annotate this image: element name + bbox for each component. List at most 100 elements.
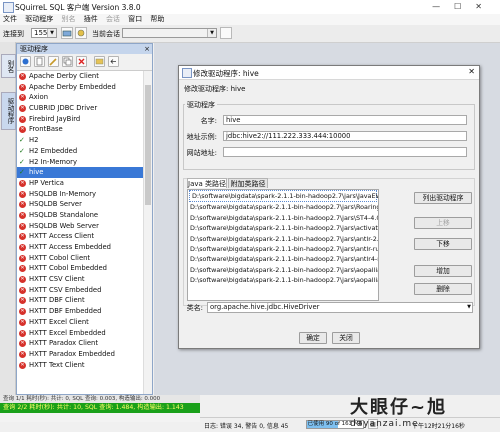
driver-list-item[interactable]: ✕ HXTT CSV Embedded (17, 285, 144, 296)
driver-list-item[interactable]: ✕ HSQLDB Standalone (17, 210, 144, 221)
driver-list-item[interactable]: ✕ HP Vertica (17, 178, 144, 189)
driver-list-item[interactable]: ✕ HSQLDB In-Memory (17, 189, 144, 200)
driver-error-icon: ✕ (19, 105, 26, 113)
menu-file[interactable]: 文件 (3, 14, 17, 25)
edit-driver-button[interactable] (48, 56, 59, 67)
driver-panel-title: 驱动程序 (17, 44, 152, 54)
list-drivers-button[interactable]: 列出驱动程序 (414, 192, 472, 204)
close-dialog-button[interactable]: 关闭 (332, 332, 360, 344)
driver-list-item[interactable]: ✕ HXTT DBF Client (17, 295, 144, 306)
connect-alias-select[interactable]: 155 ▼ (31, 28, 57, 38)
create-alias-button[interactable] (20, 56, 31, 67)
jar-list-item[interactable]: D:\software\bigdata\spark-2.1.1-bin-hado… (188, 275, 378, 285)
jar-list-item[interactable]: D:\software\bigdata\spark-2.1.1-bin-hado… (188, 213, 378, 223)
connect-alias-value: 155 (34, 29, 48, 37)
driver-name: HXTT Cobol Embedded (29, 264, 107, 273)
jar-list-item[interactable]: D:\software\bigdata\spark-2.1.1-bin-hado… (188, 223, 378, 233)
new-driver-button[interactable] (34, 56, 45, 67)
driver-list-item[interactable]: ✕ HXTT Paradox Embedded (17, 349, 144, 360)
delete-jar-button[interactable]: 删除 (414, 283, 472, 295)
driver-list-item[interactable]: ✕ HXTT Cobol Client (17, 253, 144, 264)
check-icon: ✓ (19, 146, 25, 155)
delete-driver-button[interactable] (76, 56, 87, 67)
name-field[interactable]: hive (223, 115, 467, 125)
menu-drivers[interactable]: 驱动程序 (25, 14, 53, 25)
driver-name: HXTT Access Client (29, 232, 95, 241)
menu-plugins[interactable]: 插件 (84, 14, 98, 25)
driver-list: ✕ Apache Derby Client ✕ Apache Derby Embedd… (17, 71, 144, 394)
class-name-label: 类名: (186, 304, 203, 312)
driver-name: hive (29, 168, 44, 177)
driver-name: H2 Embedded (29, 146, 78, 155)
driver-list-item[interactable]: ✕ HXTT Access Client (17, 231, 144, 242)
minimize-button[interactable]: — (432, 2, 454, 11)
driver-list-scrollbar[interactable] (143, 71, 152, 394)
driver-error-icon: ✕ (19, 308, 26, 316)
driver-list-item[interactable]: ✕ HXTT Text Client (17, 360, 144, 371)
driver-list-item[interactable]: ✕ HXTT Access Embedded (17, 242, 144, 253)
install-driver-button[interactable] (94, 56, 105, 67)
menu-help[interactable]: 帮助 (150, 14, 164, 25)
driver-panel-close-button[interactable]: × (144, 44, 150, 54)
squirrel-app-icon (3, 2, 14, 13)
driver-name: HSQLDB Server (29, 200, 82, 209)
jar-list-item[interactable]: D:\software\bigdata\spark-2.1.1-bin-hado… (189, 190, 378, 203)
driver-name: FrontBase (29, 125, 63, 134)
jar-list-item[interactable]: D:\software\bigdata\spark-2.1.1-bin-hado… (188, 202, 378, 212)
driver-list-item[interactable]: ✕ HXTT DBF Embedded (17, 306, 144, 317)
tab-drivers[interactable]: 驱动程序 (1, 92, 16, 130)
tab-extra-classpath[interactable]: 附加类路径 (228, 178, 268, 188)
class-name-select[interactable]: org.apache.hive.jdbc.HiveDriver ▼ (207, 302, 473, 313)
current-session-select[interactable]: ▼ (122, 28, 217, 38)
jar-list-item[interactable]: D:\software\bigdata\spark-2.1.1-bin-hado… (188, 244, 378, 254)
dialog-close-icon[interactable]: ✕ (468, 67, 475, 76)
driver-list-item[interactable]: ✓ H2 In-Memory (17, 157, 144, 168)
driver-error-icon: ✕ (19, 318, 26, 326)
driver-list-item[interactable]: ✕ Apache Derby Client (17, 71, 144, 82)
driver-list-item[interactable]: ✕ Apache Derby Embedded (17, 82, 144, 93)
session-menu-button[interactable] (220, 27, 232, 39)
menu-window[interactable]: 窗口 (128, 14, 142, 25)
maximize-button[interactable]: ☐ (454, 2, 475, 11)
chevron-down-icon: ▼ (467, 304, 471, 310)
move-down-button[interactable]: 下移 (414, 238, 472, 250)
driver-error-icon: ✕ (19, 329, 26, 337)
close-button[interactable]: ✕ (475, 2, 496, 11)
jar-list-item[interactable]: D:\software\bigdata\spark-2.1.1-bin-hado… (188, 234, 378, 244)
driver-list-item[interactable]: ✓ H2 Embedded (17, 146, 144, 157)
open-session-button[interactable] (61, 27, 73, 39)
driver-list-item[interactable]: ✕ HXTT CSV Client (17, 274, 144, 285)
log-counts[interactable]: 日志: 错误 34, 警告 0, 信息 45 (204, 421, 288, 430)
dialog-title-bar: 修改驱动程序: hive ✕ (179, 66, 479, 80)
new-session-button[interactable] (75, 27, 87, 39)
driver-error-icon: ✕ (19, 244, 26, 251)
jar-list[interactable]: D:\software\bigdata\spark-2.1.1-bin-hado… (187, 189, 379, 301)
driver-list-item[interactable]: ✕ Firebird JayBird (17, 114, 144, 125)
jar-list-item[interactable]: D:\software\bigdata\spark-2.1.1-bin-hado… (188, 265, 378, 275)
driver-list-item[interactable]: ✕ CUBRID JDBC Driver (17, 103, 144, 114)
dialog-subtitle: 修改驱动程序: hive (184, 85, 246, 93)
jar-list-item[interactable]: D:\software\bigdata\spark-2.1.1-bin-hado… (188, 254, 378, 264)
driver-list-item[interactable]: ✓ H2 (17, 135, 144, 146)
driver-list-item[interactable]: ✕ HXTT Cobol Embedded (17, 263, 144, 274)
driver-list-item[interactable]: ✓ hive (17, 167, 144, 178)
copy-driver-button[interactable] (62, 56, 73, 67)
driver-list-item[interactable]: ✕ Axion (17, 92, 144, 103)
scrollbar-thumb[interactable] (145, 85, 151, 205)
tab-aliases[interactable]: 别名 (1, 54, 16, 78)
driver-list-item[interactable]: ✕ HXTT Paradox Client (17, 338, 144, 349)
url-field[interactable]: jdbc:hive2://111.222.333.444:10000 (223, 131, 467, 141)
driver-list-item[interactable]: ✕ HSQLDB Web Server (17, 221, 144, 232)
driver-list-item[interactable]: ✕ HXTT Excel Client (17, 317, 144, 328)
ok-button[interactable]: 确定 (299, 332, 327, 344)
connect-to-label: 连接到 (3, 30, 24, 38)
dialog-title: 修改驱动程序: hive (193, 69, 259, 78)
driver-list-item[interactable]: ✕ FrontBase (17, 124, 144, 135)
website-field[interactable] (223, 147, 467, 157)
driver-list-item[interactable]: ✕ HXTT Excel Embedded (17, 328, 144, 339)
tab-java-classpath[interactable]: Java 类路径 (187, 178, 227, 188)
driver-list-item[interactable]: ✕ HSQLDB Server (17, 199, 144, 210)
add-jar-button[interactable]: 增加 (414, 265, 472, 277)
show-loaded-drivers-button[interactable] (108, 56, 119, 67)
modify-driver-dialog: 修改驱动程序: hive ✕ 修改驱动程序: hive 驱动程序 名字: hiv… (178, 65, 480, 349)
